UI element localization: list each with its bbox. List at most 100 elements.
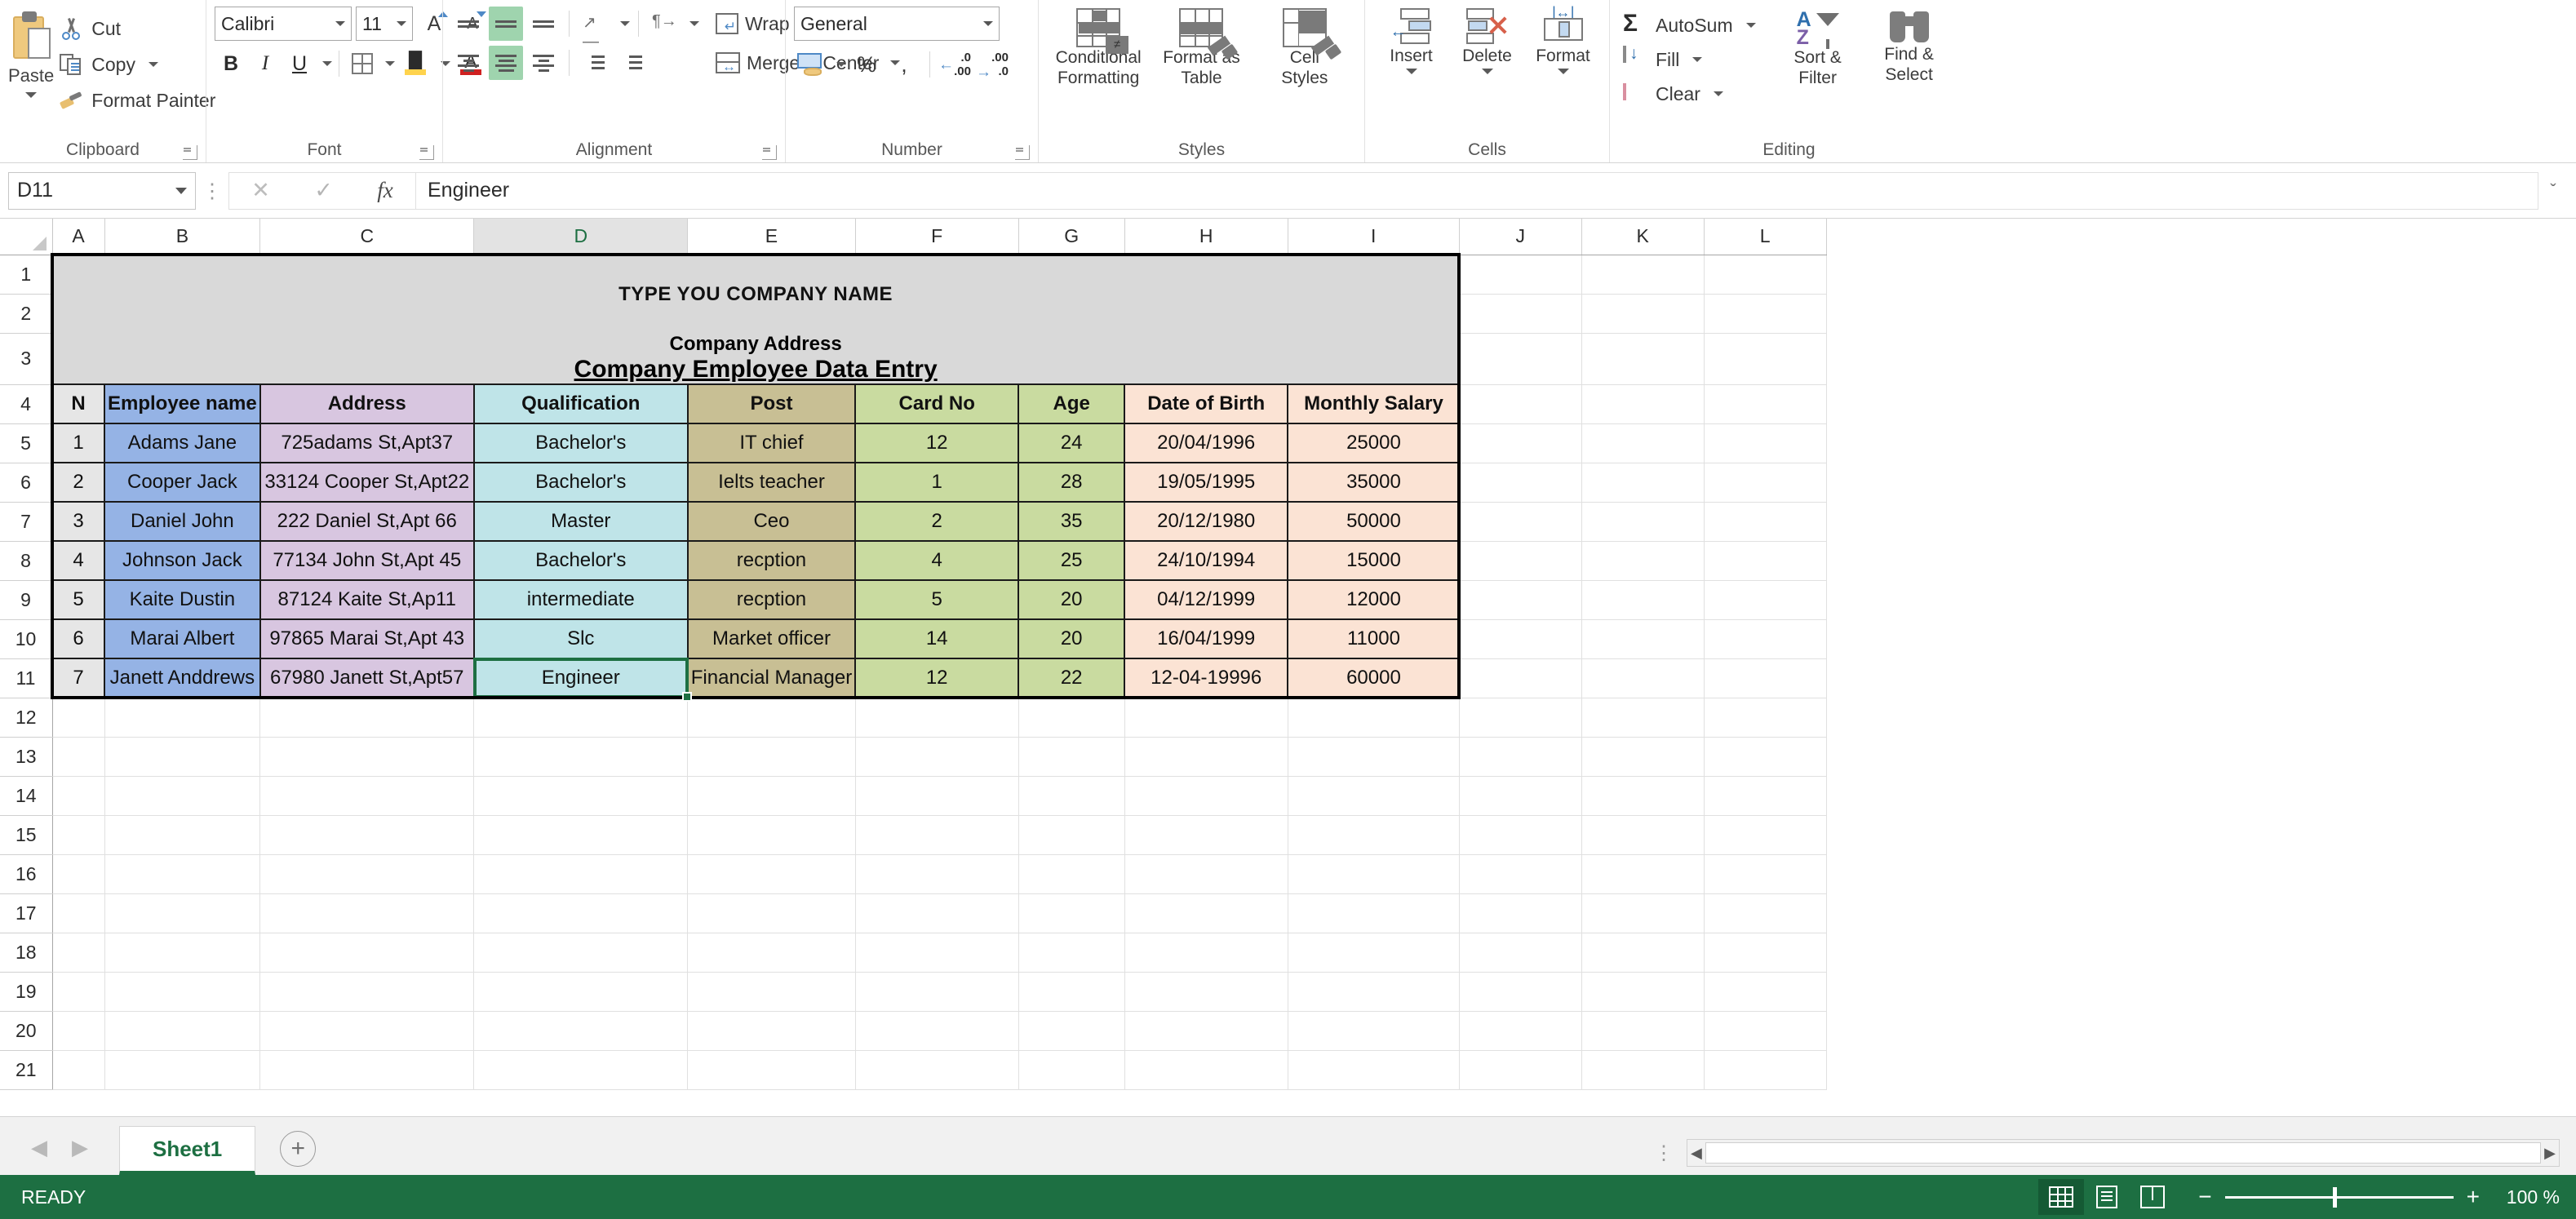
empty-cell[interactable] bbox=[687, 972, 856, 1012]
row-index-cell[interactable]: 4 bbox=[51, 540, 105, 581]
text-direction-dropdown-icon[interactable] bbox=[689, 21, 699, 26]
empty-cell[interactable] bbox=[52, 972, 105, 1012]
empty-cell[interactable] bbox=[855, 972, 1019, 1012]
empty-cell[interactable] bbox=[687, 893, 856, 933]
table-column-header[interactable]: Card No bbox=[854, 383, 1019, 424]
empty-cell[interactable] bbox=[1124, 698, 1288, 738]
page-break-view-button[interactable] bbox=[2130, 1179, 2175, 1215]
number-format-combo[interactable]: General bbox=[794, 7, 1000, 41]
empty-cell[interactable] bbox=[1581, 776, 1705, 816]
empty-cell[interactable] bbox=[1459, 737, 1582, 777]
empty-cell[interactable] bbox=[687, 854, 856, 894]
column-header-e[interactable]: E bbox=[687, 219, 856, 255]
data-cell[interactable]: 97865 Marai St,Apt 43 bbox=[259, 618, 475, 659]
row-header-1[interactable]: 1 bbox=[0, 255, 53, 295]
data-cell[interactable]: 15000 bbox=[1287, 540, 1460, 581]
column-header-b[interactable]: B bbox=[104, 219, 261, 255]
empty-cell[interactable] bbox=[1704, 1050, 1827, 1090]
row-header-16[interactable]: 16 bbox=[0, 854, 53, 894]
data-cell[interactable]: 87124 Kaite St,Ap11 bbox=[259, 579, 475, 620]
table-column-header[interactable]: Qualification bbox=[472, 383, 689, 424]
row-header-12[interactable]: 12 bbox=[0, 698, 53, 738]
data-cell[interactable]: 50000 bbox=[1287, 501, 1460, 542]
spreadsheet-grid[interactable]: A B C D E F G H I J K L 1 TYPE YOU COMPANY NAME 2 3 Comp… bbox=[0, 219, 2576, 1116]
data-cell[interactable]: 04/12/1999 bbox=[1124, 579, 1288, 620]
empty-cell[interactable] bbox=[1581, 580, 1705, 620]
column-header-j[interactable]: J bbox=[1459, 219, 1582, 255]
empty-cell[interactable] bbox=[104, 972, 261, 1012]
empty-cell[interactable] bbox=[1018, 972, 1125, 1012]
empty-cell[interactable] bbox=[52, 737, 105, 777]
empty-cell[interactable] bbox=[1288, 1011, 1460, 1051]
row-header-14[interactable]: 14 bbox=[0, 776, 53, 816]
empty-cell[interactable] bbox=[855, 1050, 1019, 1090]
name-box[interactable]: D11 bbox=[8, 171, 196, 210]
data-cell[interactable]: IT chief bbox=[686, 423, 856, 463]
empty-cell[interactable] bbox=[1018, 933, 1125, 973]
confirm-edit-icon[interactable]: ✓ bbox=[314, 178, 333, 203]
empty-cell[interactable] bbox=[473, 698, 689, 738]
row-header-19[interactable]: 19 bbox=[0, 972, 53, 1012]
data-cell[interactable]: 2 bbox=[854, 501, 1019, 542]
data-cell[interactable]: Engineer bbox=[472, 658, 689, 698]
empty-cell[interactable] bbox=[1581, 333, 1705, 385]
column-header-l[interactable]: L bbox=[1704, 219, 1827, 255]
empty-cell[interactable] bbox=[1459, 619, 1582, 659]
empty-cell[interactable] bbox=[259, 893, 475, 933]
empty-cell[interactable] bbox=[52, 854, 105, 894]
empty-cell[interactable] bbox=[1124, 933, 1288, 973]
empty-cell[interactable] bbox=[1581, 854, 1705, 894]
empty-cell[interactable] bbox=[1124, 737, 1288, 777]
empty-cell[interactable] bbox=[1459, 463, 1582, 503]
empty-cell[interactable] bbox=[1704, 384, 1827, 424]
empty-cell[interactable] bbox=[1459, 933, 1582, 973]
empty-cell[interactable] bbox=[52, 698, 105, 738]
data-cell[interactable]: 20/12/1980 bbox=[1124, 501, 1288, 542]
data-cell[interactable]: Ielts teacher bbox=[686, 462, 856, 503]
insert-cells-button[interactable]: ← Insert bbox=[1373, 7, 1449, 74]
data-cell[interactable]: Marai Albert bbox=[104, 618, 261, 659]
align-center-button[interactable] bbox=[489, 46, 523, 80]
empty-cell[interactable] bbox=[1459, 658, 1582, 698]
insert-dropdown-icon[interactable] bbox=[1405, 69, 1417, 74]
zoom-slider[interactable]: − + bbox=[2198, 1186, 2480, 1208]
empty-cell[interactable] bbox=[259, 815, 475, 855]
sheet-tab-sheet1[interactable]: Sheet1 bbox=[119, 1126, 256, 1175]
empty-cell[interactable] bbox=[1704, 972, 1827, 1012]
row-header-7[interactable]: 7 bbox=[0, 502, 53, 542]
empty-cell[interactable] bbox=[1704, 619, 1827, 659]
empty-cell[interactable] bbox=[687, 1050, 856, 1090]
empty-cell[interactable] bbox=[104, 776, 261, 816]
select-all-corner[interactable] bbox=[0, 219, 53, 255]
empty-cell[interactable] bbox=[104, 1011, 261, 1051]
empty-cell[interactable] bbox=[104, 698, 261, 738]
empty-cell[interactable] bbox=[1704, 333, 1827, 385]
empty-cell[interactable] bbox=[259, 972, 475, 1012]
row-index-cell[interactable]: 2 bbox=[51, 462, 105, 503]
sort-filter-button[interactable]: AZ Sort & Filter bbox=[1772, 7, 1864, 88]
data-cell[interactable]: 25 bbox=[1018, 540, 1125, 581]
report-header-block[interactable]: Company Address Company Employee Data Ent… bbox=[52, 333, 1460, 384]
clear-button[interactable]: Clear bbox=[1618, 78, 1761, 109]
next-sheet-icon[interactable]: ▶ bbox=[72, 1135, 88, 1160]
empty-cell[interactable] bbox=[259, 1011, 475, 1051]
row-header-3[interactable]: 3 bbox=[0, 333, 53, 385]
empty-cell[interactable] bbox=[1459, 972, 1582, 1012]
empty-cell[interactable] bbox=[473, 854, 689, 894]
row-header-13[interactable]: 13 bbox=[0, 737, 53, 777]
data-cell[interactable]: Cooper Jack bbox=[104, 462, 261, 503]
table-column-header[interactable]: Date of Birth bbox=[1124, 383, 1288, 424]
empty-cell[interactable] bbox=[1581, 933, 1705, 973]
scroll-left-icon[interactable]: ◀ bbox=[1691, 1145, 1702, 1162]
empty-cell[interactable] bbox=[1581, 737, 1705, 777]
zoom-track[interactable] bbox=[2224, 1186, 2454, 1208]
empty-cell[interactable] bbox=[473, 893, 689, 933]
row-header-9[interactable]: 9 bbox=[0, 580, 53, 620]
autosum-button[interactable]: Σ AutoSum bbox=[1618, 10, 1761, 41]
empty-cell[interactable] bbox=[104, 815, 261, 855]
data-cell[interactable]: Ceo bbox=[686, 501, 856, 542]
data-cell[interactable]: 12-04-19996 bbox=[1124, 658, 1288, 698]
data-cell[interactable]: 14 bbox=[854, 618, 1019, 659]
data-cell[interactable]: 60000 bbox=[1287, 658, 1460, 698]
empty-cell[interactable] bbox=[259, 1050, 475, 1090]
